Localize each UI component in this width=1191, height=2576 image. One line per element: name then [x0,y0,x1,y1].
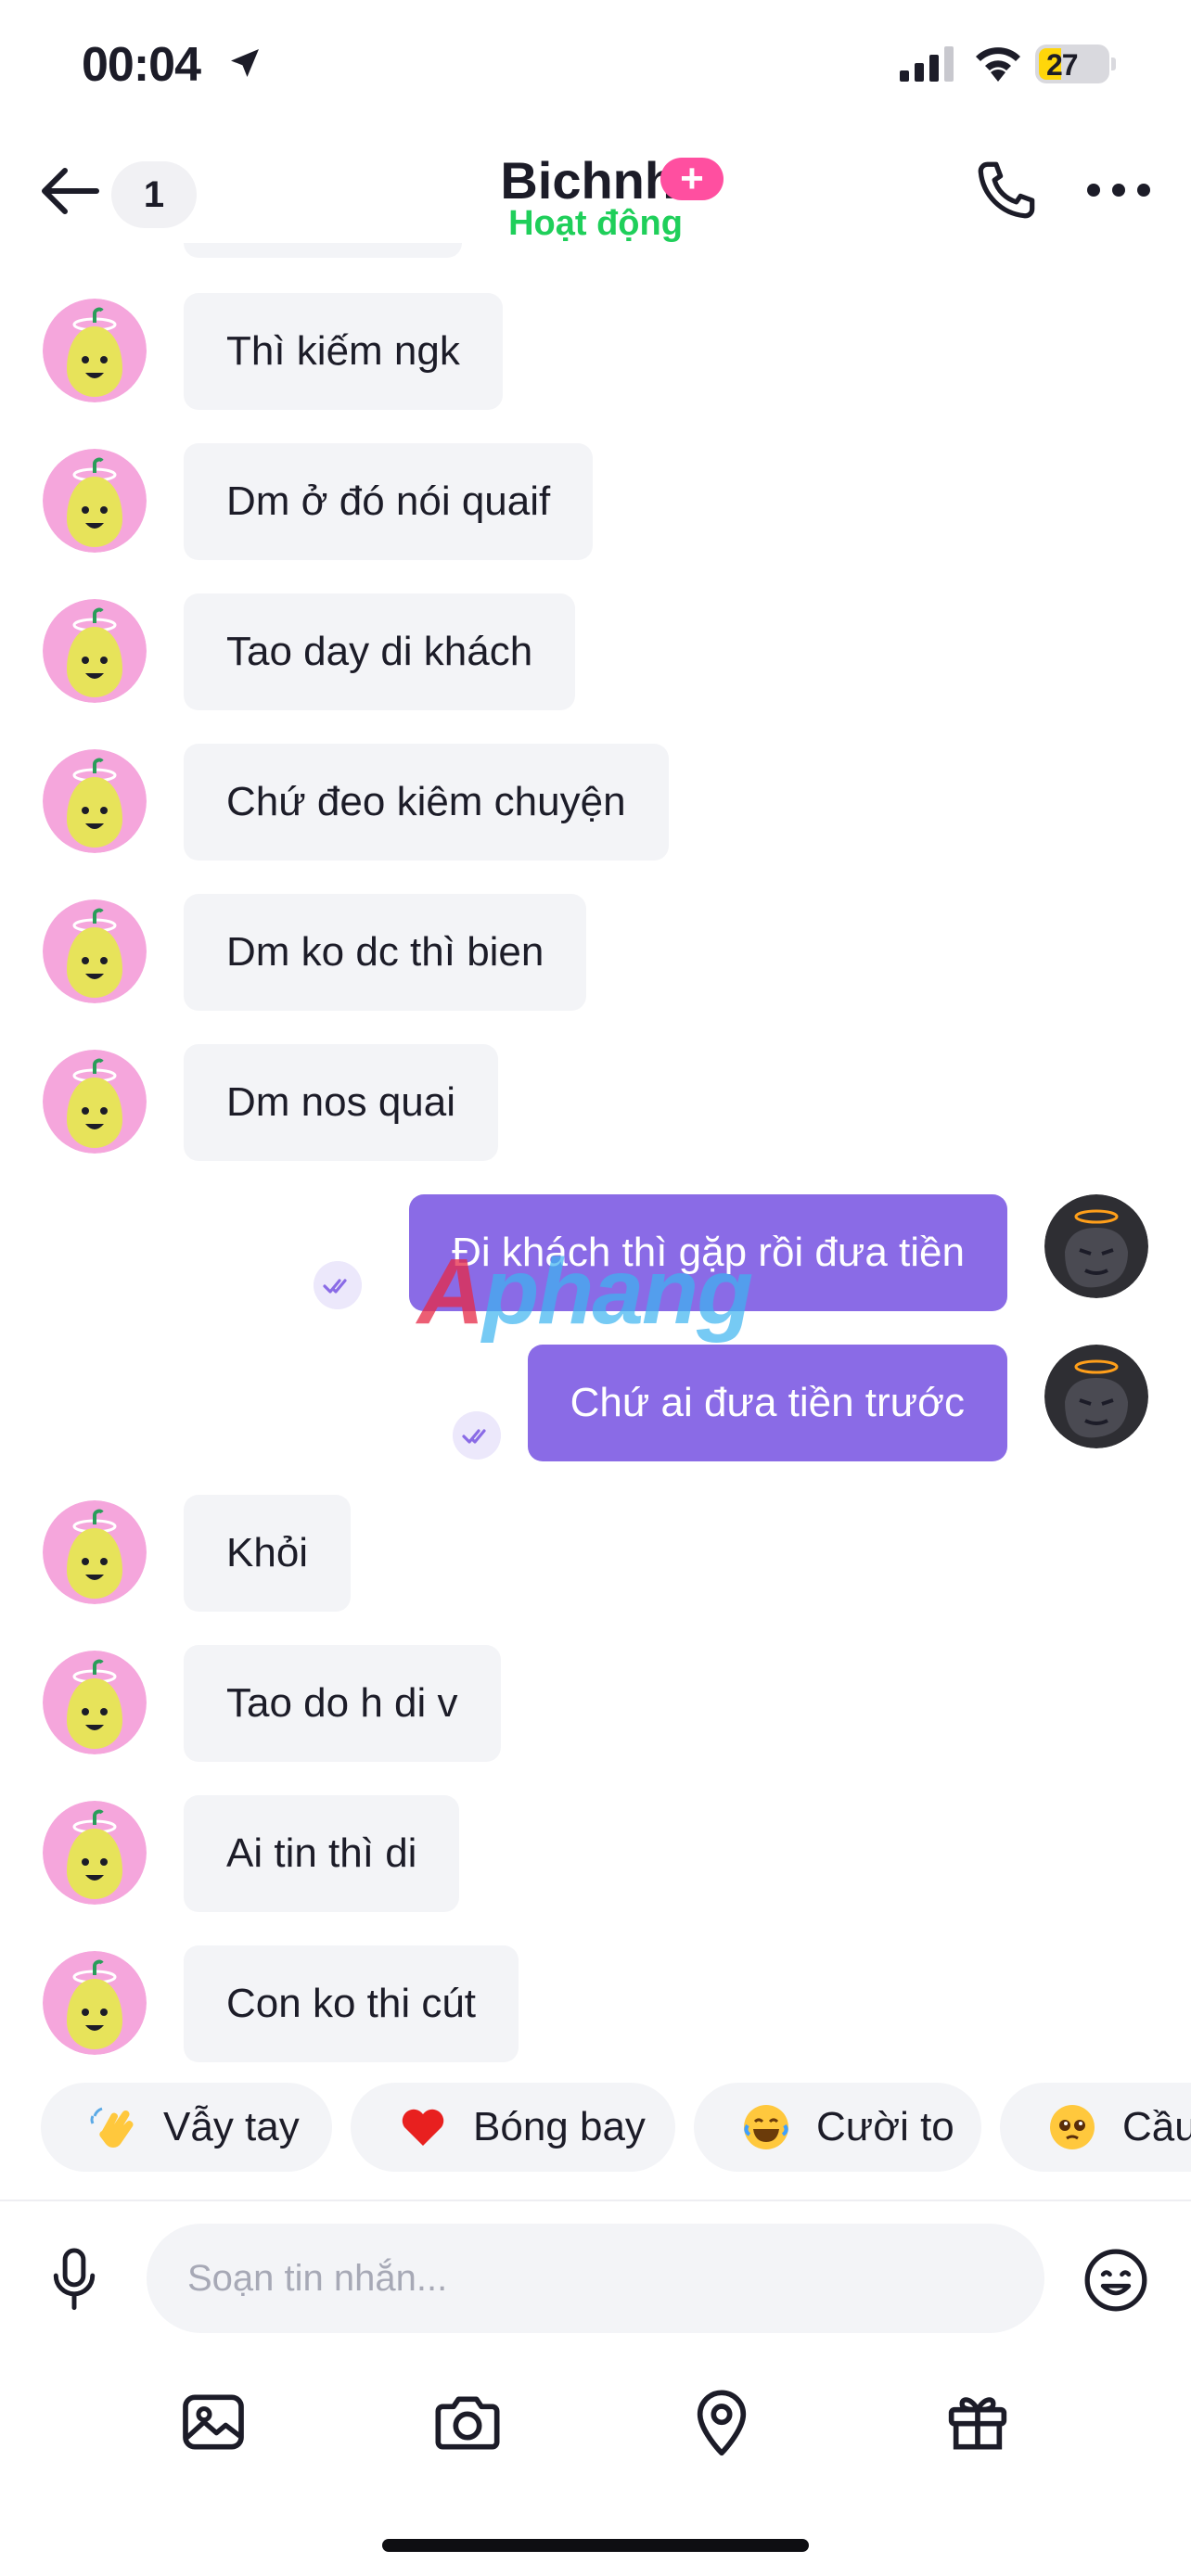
gift-icon[interactable] [941,2385,1015,2459]
message-bubble[interactable]: Tao day di khách [184,593,576,710]
location-pin-icon[interactable] [685,2385,759,2459]
reaction-chip-plead[interactable]: Cầu [1000,2083,1191,2172]
partial-message-bubble [184,243,462,258]
contact-avatar[interactable] [43,1951,147,2055]
reaction-chip-laugh[interactable]: Cười to [694,2083,981,2172]
message-row-incoming: Tao do h di v [0,1645,1191,1762]
cellular-signal-icon [900,46,954,82]
home-indicator [382,2539,809,2552]
reaction-chip-wave[interactable]: Vẫy tay [41,2083,332,2172]
camera-icon[interactable] [430,2385,505,2459]
message-bubble[interactable]: Khỏi [184,1495,352,1612]
message-row-incoming: Dm ở đó nói quaif [0,443,1191,560]
message-row-incoming: Dm nos quai [0,1044,1191,1161]
contact-avatar[interactable] [43,449,147,553]
message-bubble[interactable]: Chứ ai đưa tiền trước [527,1345,1007,1461]
message-row-incoming: Tao day di khách [0,593,1191,710]
composer-divider [0,2200,1191,2201]
my-avatar[interactable] [1044,1194,1148,1298]
reaction-label: Cười to [816,2104,954,2149]
waving-hand-icon [90,2107,134,2148]
contact-avatar[interactable] [43,899,147,1003]
plus-badge: + [660,158,724,200]
status-time: 00:04 [82,38,201,92]
message-bubble[interactable]: Ai tin thì di [184,1795,460,1912]
seen-check-icon [453,1411,501,1460]
message-row-incoming: Thì kiếm ngk [0,293,1191,410]
message-bubble[interactable]: Dm ko dc thì bien [184,894,587,1011]
laughing-tears-icon [744,2105,788,2149]
gallery-icon[interactable] [176,2385,250,2459]
message-bubble[interactable]: Con ko thi cút [184,1945,519,2062]
my-avatar[interactable] [1044,1345,1148,1448]
red-heart-icon [402,2109,444,2146]
message-row-incoming: Con ko thi cút [0,1945,1191,2062]
microphone-icon[interactable] [46,2246,102,2315]
contact-avatar[interactable] [43,299,147,402]
seen-check-icon [314,1261,362,1309]
emoji-picker-icon[interactable] [1082,2246,1150,2315]
message-bubble[interactable]: Tao do h di v [184,1645,501,1762]
reaction-label: Vẫy tay [163,2104,300,2149]
wifi-icon [976,47,1020,82]
contact-avatar[interactable] [43,1050,147,1154]
message-bubble[interactable]: Dm nos quai [184,1044,499,1161]
message-row-incoming: Chứ đeo kiêm chuyện [0,744,1191,861]
contact-avatar[interactable] [43,1651,147,1754]
location-arrow-icon [231,49,259,77]
battery-icon: 27 [1035,45,1116,83]
message-input[interactable] [147,2224,1044,2333]
message-row-outgoing: Chứ ai đưa tiền trước [0,1345,1191,1461]
more-options-icon[interactable] [1087,184,1152,202]
reaction-label: Cầu [1122,2104,1191,2149]
status-bar: 00:04 27 [0,0,1191,130]
message-bubble[interactable]: Dm ở đó nói quaif [184,443,594,560]
message-bubble[interactable]: Thì kiếm ngk [184,293,503,410]
phone-call-icon[interactable] [974,158,1039,223]
message-bubble[interactable]: Chứ đeo kiêm chuyện [184,744,669,861]
pleading-face-icon [1050,2105,1095,2149]
contact-avatar[interactable] [43,749,147,853]
battery-level: 27 [1046,48,1079,82]
watermark-logo: Aphang [417,1240,753,1344]
message-row-incoming: Khỏi [0,1495,1191,1612]
message-row-incoming: Ai tin thì di [0,1795,1191,1912]
quick-reactions-bar: Vẫy tay Bóng bay Cười to Cầu [0,2083,1191,2175]
contact-avatar[interactable] [43,599,147,703]
message-row-incoming: Dm ko dc thì bien [0,894,1191,1011]
reaction-label: Bóng bay [473,2104,646,2149]
contact-avatar[interactable] [43,1500,147,1604]
chat-header: 1 Bichnhi + Hoạt động [0,139,1191,250]
contact-avatar[interactable] [43,1801,147,1905]
reaction-chip-heart[interactable]: Bóng bay [351,2083,675,2172]
